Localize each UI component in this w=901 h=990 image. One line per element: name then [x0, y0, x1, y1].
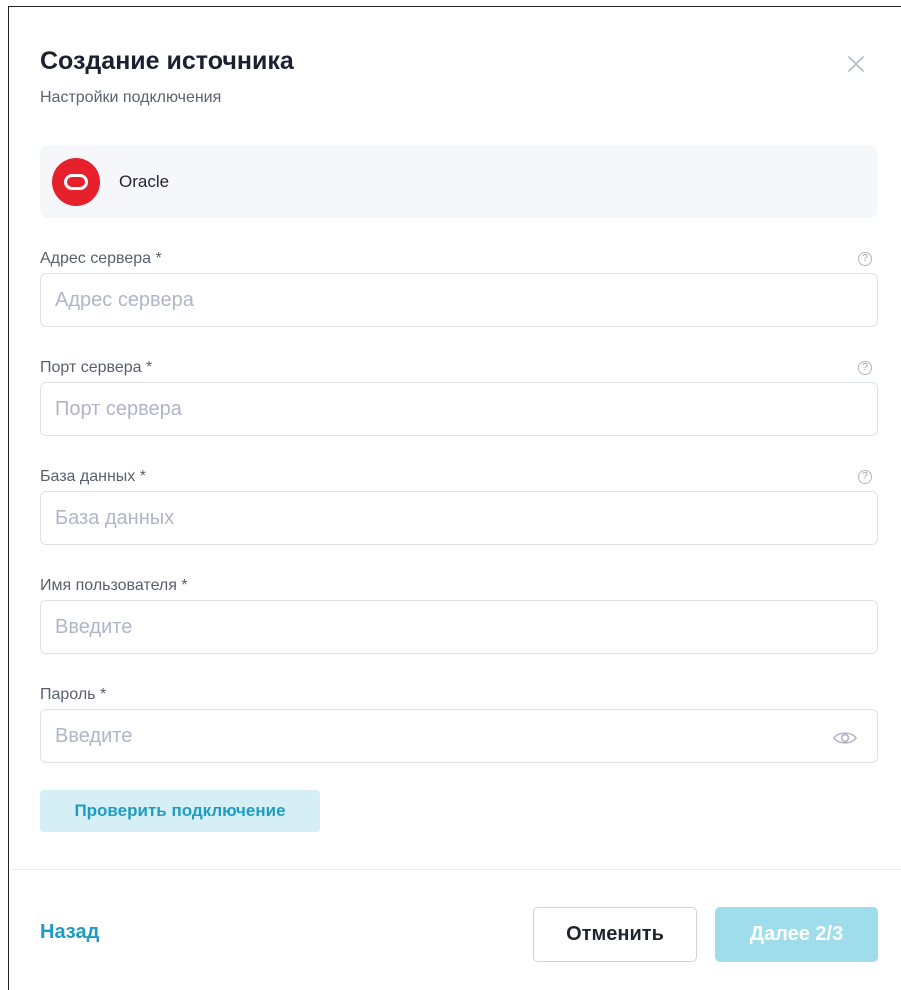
close-icon[interactable]: [843, 51, 869, 77]
modal-title: Создание источника: [40, 47, 294, 75]
database-input[interactable]: [40, 491, 878, 545]
source-name: Oracle: [119, 172, 170, 191]
username-input[interactable]: [40, 600, 878, 654]
server-address-help-icon[interactable]: ?: [858, 252, 872, 266]
database-help-icon[interactable]: ?: [858, 470, 872, 484]
eye-icon[interactable]: [832, 729, 858, 747]
database-label: База данных *: [40, 468, 146, 485]
selected-source-card: Oracle: [40, 145, 878, 218]
server-port-label: Порт сервера *: [40, 359, 153, 376]
modal-subtitle: Настройки подключения: [40, 89, 222, 106]
back-link[interactable]: Назад: [40, 921, 99, 944]
password-label: Пароль *: [40, 686, 107, 703]
username-label: Имя пользователя *: [40, 577, 188, 594]
password-input[interactable]: [40, 709, 878, 763]
server-port-help-icon[interactable]: ?: [858, 361, 872, 375]
next-step-button[interactable]: Далее 2/3: [715, 907, 878, 962]
server-port-input[interactable]: [40, 382, 878, 436]
server-address-input[interactable]: [40, 273, 878, 327]
check-connection-button[interactable]: Проверить подключение: [40, 790, 320, 832]
server-address-label: Адрес сервера *: [40, 250, 162, 267]
create-source-modal: Создание источника Настройки подключения…: [8, 6, 901, 990]
cancel-button[interactable]: Отменить: [533, 907, 697, 962]
oracle-logo-icon: [52, 158, 100, 206]
footer-divider: [10, 869, 901, 870]
